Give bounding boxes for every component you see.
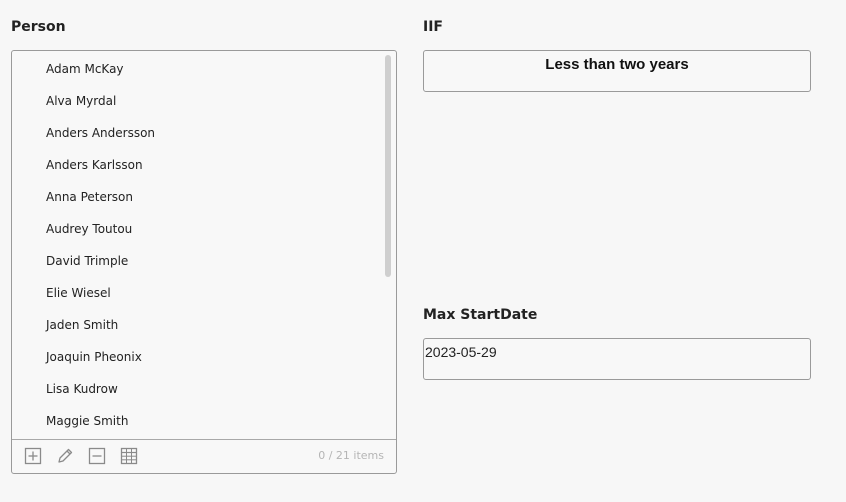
list-item[interactable]: Joaquin Pheonix: [46, 350, 142, 364]
list-scrollbar[interactable]: [385, 55, 391, 277]
list-item[interactable]: Maggie Smith: [46, 414, 128, 428]
list-item[interactable]: Lisa Kudrow: [46, 382, 118, 396]
list-item[interactable]: David Trimple: [46, 254, 128, 268]
list-item[interactable]: Adam McKay: [46, 62, 124, 76]
iif-value-box: Less than two years: [423, 50, 811, 92]
list-toolbar: 0 / 21 items: [12, 439, 396, 473]
max-startdate-box: 2023-05-29: [423, 338, 811, 380]
list-item[interactable]: Alva Myrdal: [46, 94, 116, 108]
list-item[interactable]: Anna Peterson: [46, 190, 133, 204]
table-icon[interactable]: [120, 447, 138, 465]
person-label: Person: [11, 19, 66, 35]
add-icon[interactable]: [24, 447, 42, 465]
list-item[interactable]: Elie Wiesel: [46, 286, 111, 300]
person-list-items[interactable]: Adam McKay Alva Myrdal Anders Andersson …: [12, 51, 382, 439]
person-list[interactable]: Adam McKay Alva Myrdal Anders Andersson …: [11, 50, 397, 474]
edit-icon[interactable]: [56, 447, 74, 465]
item-count: 0 / 21 items: [318, 449, 384, 462]
max-startdate-label: Max StartDate: [423, 307, 538, 323]
remove-icon[interactable]: [88, 447, 106, 465]
max-startdate-value: 2023-05-29: [425, 344, 497, 360]
iif-label: IIF: [423, 19, 443, 35]
list-item[interactable]: Jaden Smith: [46, 318, 118, 332]
list-item[interactable]: Anders Karlsson: [46, 158, 143, 172]
list-item[interactable]: Anders Andersson: [46, 126, 155, 140]
iif-value: Less than two years: [545, 56, 689, 73]
list-item[interactable]: Audrey Toutou: [46, 222, 132, 236]
